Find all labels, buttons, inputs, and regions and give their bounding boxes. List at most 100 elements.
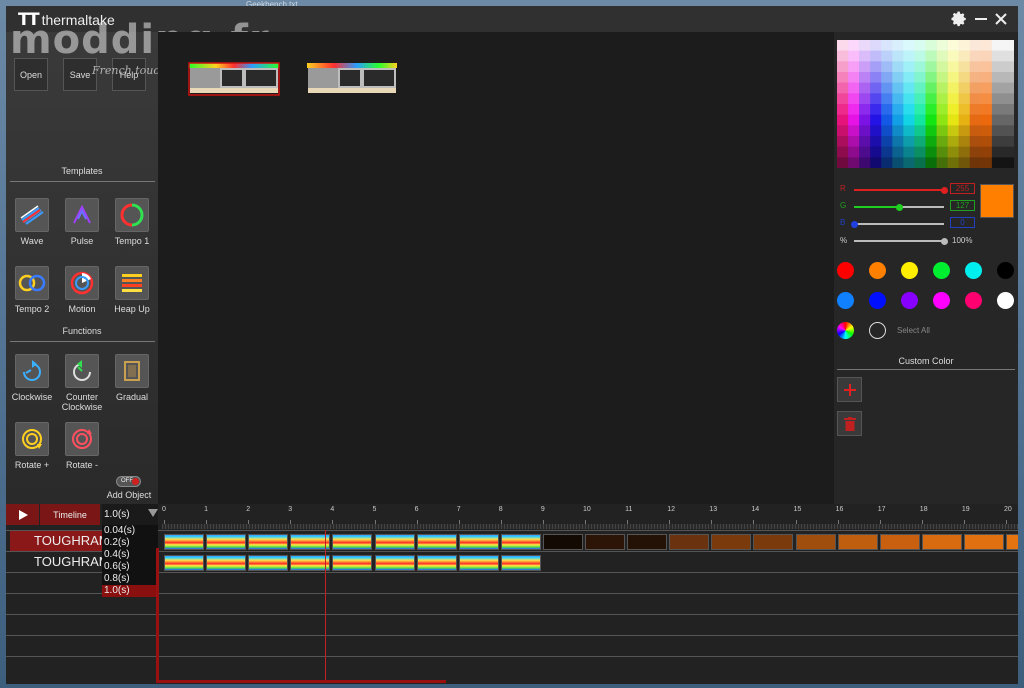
preset-color-dot[interactable]: [997, 292, 1014, 309]
palette-cell[interactable]: [936, 114, 948, 126]
timeline-clip[interactable]: [206, 555, 247, 571]
timeline-clip[interactable]: [1006, 534, 1018, 550]
interval-option[interactable]: 0.4(s): [102, 549, 158, 561]
palette-cell[interactable]: [870, 114, 882, 126]
palette-cell[interactable]: [848, 114, 860, 126]
palette-cell[interactable]: [947, 72, 959, 83]
palette-cell[interactable]: [859, 125, 871, 137]
palette-cell[interactable]: [958, 72, 971, 83]
palette-cell[interactable]: [837, 104, 849, 115]
preset-color-dot[interactable]: [901, 262, 918, 279]
palette-cell[interactable]: [969, 136, 982, 147]
palette-cell[interactable]: [969, 93, 982, 105]
palette-cell[interactable]: [859, 82, 871, 94]
palette-cell[interactable]: [925, 61, 937, 73]
palette-cell[interactable]: [881, 93, 893, 105]
palette-cell[interactable]: [958, 93, 971, 105]
palette-cell[interactable]: [947, 125, 959, 137]
palette-cell[interactable]: [958, 50, 971, 62]
green-slider-knob[interactable]: [895, 203, 903, 211]
palette-cell[interactable]: [892, 40, 904, 51]
interval-option[interactable]: 0.6(s): [102, 561, 158, 573]
palette-cell[interactable]: [859, 114, 871, 126]
interval-option[interactable]: 1.0(s): [102, 585, 158, 597]
palette-cell[interactable]: [1002, 104, 1014, 115]
palette-cell[interactable]: [936, 125, 948, 137]
palette-cell[interactable]: [969, 72, 982, 83]
palette-cell[interactable]: [947, 61, 959, 73]
palette-cell[interactable]: [936, 93, 948, 105]
palette-cell[interactable]: [837, 136, 849, 147]
select-all-circle-icon[interactable]: [869, 322, 886, 339]
palette-cell[interactable]: [881, 40, 893, 51]
palette-cell[interactable]: [980, 125, 993, 137]
delete-custom-color-button[interactable]: [837, 411, 862, 436]
timeline-clip[interactable]: [416, 555, 457, 571]
timeline-clip[interactable]: [500, 534, 541, 550]
palette-cell[interactable]: [991, 72, 1004, 83]
palette-cell[interactable]: [936, 146, 948, 158]
palette-cell[interactable]: [870, 157, 882, 168]
palette-cell[interactable]: [991, 50, 1004, 62]
palette-cell[interactable]: [925, 125, 937, 137]
preset-color-dot[interactable]: [837, 262, 854, 279]
palette-cell[interactable]: [991, 114, 1004, 126]
palette-cell[interactable]: [914, 61, 926, 73]
palette-cell[interactable]: [980, 146, 993, 158]
palette-cell[interactable]: [848, 93, 860, 105]
palette-cell[interactable]: [958, 104, 971, 115]
timeline-scrollbar[interactable]: [156, 680, 446, 683]
red-slider[interactable]: [854, 186, 948, 194]
red-value-field[interactable]: 255: [950, 183, 975, 194]
palette-cell[interactable]: [837, 157, 849, 168]
palette-cell[interactable]: [848, 40, 860, 51]
palette-cell[interactable]: [947, 40, 959, 51]
palette-cell[interactable]: [969, 157, 982, 168]
palette-cell[interactable]: [1002, 114, 1014, 126]
palette-cell[interactable]: [1002, 61, 1014, 73]
palette-cell[interactable]: [991, 82, 1004, 94]
palette-cell[interactable]: [903, 50, 915, 62]
palette-cell[interactable]: [947, 104, 959, 115]
palette-cell[interactable]: [936, 61, 948, 73]
palette-cell[interactable]: [914, 104, 926, 115]
palette-cell[interactable]: [980, 136, 993, 147]
palette-cell[interactable]: [837, 114, 849, 126]
palette-cell[interactable]: [848, 104, 860, 115]
palette-cell[interactable]: [914, 146, 926, 158]
palette-cell[interactable]: [881, 157, 893, 168]
palette-cell[interactable]: [914, 72, 926, 83]
timeline-clip[interactable]: [500, 555, 541, 571]
palette-cell[interactable]: [980, 50, 993, 62]
palette-cell[interactable]: [848, 136, 860, 147]
palette-cell[interactable]: [859, 50, 871, 62]
palette-cell[interactable]: [925, 146, 937, 158]
palette-cell[interactable]: [1002, 146, 1014, 158]
timeline-clip[interactable]: [627, 534, 668, 550]
palette-cell[interactable]: [914, 40, 926, 51]
palette-cell[interactable]: [870, 104, 882, 115]
palette-cell[interactable]: [903, 93, 915, 105]
palette-cell[interactable]: [914, 82, 926, 94]
palette-cell[interactable]: [991, 104, 1004, 115]
settings-button[interactable]: [948, 8, 970, 30]
timeline-clip[interactable]: [248, 555, 289, 571]
palette-cell[interactable]: [936, 104, 948, 115]
palette-cell[interactable]: [859, 72, 871, 83]
function-clockwise[interactable]: Clockwise: [6, 354, 58, 402]
palette-cell[interactable]: [837, 50, 849, 62]
palette-cell[interactable]: [1002, 50, 1014, 62]
timeline-clip[interactable]: [206, 534, 247, 550]
palette-cell[interactable]: [914, 114, 926, 126]
palette-cell[interactable]: [859, 157, 871, 168]
palette-cell[interactable]: [837, 40, 849, 51]
palette-cell[interactable]: [1002, 125, 1014, 137]
add-custom-color-button[interactable]: [837, 377, 862, 402]
palette-cell[interactable]: [958, 82, 971, 94]
palette-cell[interactable]: [892, 82, 904, 94]
timeline-clip[interactable]: [332, 534, 373, 550]
palette-cell[interactable]: [925, 157, 937, 168]
palette-cell[interactable]: [925, 82, 937, 94]
preset-color-dot[interactable]: [837, 292, 854, 309]
palette-cell[interactable]: [1002, 136, 1014, 147]
